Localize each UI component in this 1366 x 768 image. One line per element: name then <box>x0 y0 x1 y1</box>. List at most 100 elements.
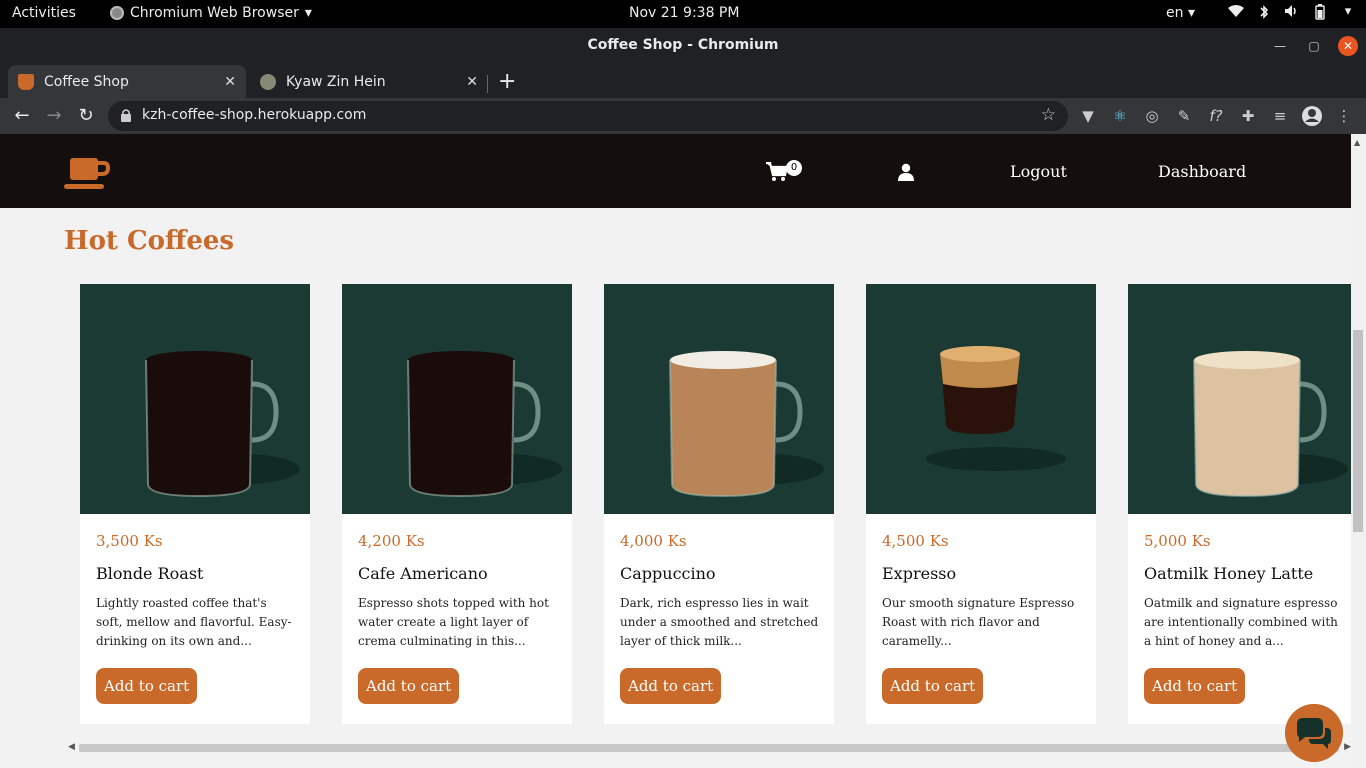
user-profile-icon[interactable] <box>897 163 915 181</box>
product-price: 4,000 Ks <box>620 532 687 550</box>
drink-illustration <box>407 351 562 498</box>
product-description: Our smooth signature Espresso Roast with… <box>882 596 1075 648</box>
drink-illustration <box>926 346 1066 471</box>
address-bar[interactable]: kzh-coffee-shop.herokuapp.com ☆ <box>108 101 1068 131</box>
product-image[interactable] <box>80 284 310 514</box>
bluetooth-icon <box>1256 4 1272 20</box>
logout-link[interactable]: Logout <box>1010 162 1067 181</box>
scroll-up-arrow-icon[interactable]: ▲ <box>1354 138 1360 147</box>
product-card: 4,000 Ks Cappuccino Dark, rich espresso … <box>604 284 834 724</box>
dashboard-link[interactable]: Dashboard <box>1158 162 1246 181</box>
drink-illustration <box>1193 351 1348 498</box>
add-to-cart-button[interactable]: Add to cart <box>1144 668 1246 704</box>
add-to-cart-button[interactable]: Add to cart <box>358 668 460 704</box>
product-image[interactable] <box>604 284 834 514</box>
tab-strip: Coffee Shop ✕ Kyaw Zin Hein ✕ + <box>0 63 1366 98</box>
vertical-scroll-thumb[interactable] <box>1353 330 1363 532</box>
bookmark-star-icon[interactable]: ☆ <box>1041 105 1056 125</box>
drink-illustration <box>669 351 824 498</box>
site-header: 0 Logout Dashboard <box>0 134 1351 208</box>
product-price: 4,500 Ks <box>882 532 949 550</box>
product-price: 3,500 Ks <box>96 532 163 550</box>
lock-icon <box>121 109 131 122</box>
url-text: kzh-coffee-shop.herokuapp.com <box>142 107 367 123</box>
product-name: Expresso <box>882 564 957 583</box>
os-top-bar: Activities Chromium Web Browser ▾ Nov 21… <box>0 0 1366 28</box>
new-tab-button[interactable]: + <box>498 69 516 94</box>
add-to-cart-button[interactable]: Add to cart <box>620 668 722 704</box>
product-description: Oatmilk and signature espresso are inten… <box>1144 596 1338 648</box>
section-title: Hot Coffees <box>64 226 235 256</box>
clock[interactable]: Nov 21 9:38 PM <box>629 5 739 21</box>
media-controls-icon[interactable]: ≡ <box>1269 105 1291 127</box>
extension-target-icon[interactable]: ◎ <box>1141 105 1163 127</box>
battery-icon <box>1312 4 1328 20</box>
product-image[interactable] <box>1128 284 1351 514</box>
add-to-cart-button[interactable]: Add to cart <box>882 668 984 704</box>
app-menu[interactable]: Chromium Web Browser ▾ <box>110 5 312 21</box>
reload-icon[interactable]: ↻ <box>74 104 98 128</box>
activities-button[interactable]: Activities <box>12 5 76 21</box>
cart-count-badge: 0 <box>786 160 802 176</box>
close-tab-icon[interactable]: ✕ <box>224 74 236 90</box>
page-viewport: 0 Logout Dashboard Hot Coffees 3,500 Ks … <box>0 134 1366 768</box>
coffee-logo-icon[interactable] <box>64 156 110 190</box>
system-tray[interactable]: ▾ <box>1228 4 1356 20</box>
extension-pen-icon[interactable]: ✎ <box>1173 105 1195 127</box>
vertical-scrollbar[interactable]: ▲ <box>1351 134 1366 768</box>
product-name: Oatmilk Honey Latte <box>1144 564 1314 583</box>
tab-label: Coffee Shop <box>44 73 129 90</box>
product-description: Dark, rich espresso lies in wait under a… <box>620 596 819 648</box>
power-menu-icon: ▾ <box>1344 4 1352 19</box>
vue-devtools-icon[interactable]: ▼ <box>1077 105 1099 127</box>
tab-separator <box>487 75 488 93</box>
chat-bubble-icon[interactable] <box>1285 704 1343 762</box>
shopping-cart-icon[interactable] <box>766 162 788 182</box>
chevron-down-icon: ▾ <box>304 5 312 21</box>
horizontal-scrollbar[interactable]: ◀ ▶ <box>64 740 1351 754</box>
wifi-icon <box>1228 4 1244 20</box>
product-price: 5,000 Ks <box>1144 532 1211 550</box>
drink-illustration <box>145 351 300 498</box>
language-label: en <box>1166 5 1184 21</box>
browser-menu-icon[interactable]: ⋮ <box>1333 105 1355 127</box>
chromium-icon <box>110 6 124 20</box>
scroll-left-arrow-icon[interactable]: ◀ <box>68 742 75 752</box>
product-card: 5,000 Ks Oatmilk Honey Latte Oatmilk and… <box>1128 284 1351 724</box>
product-description: Lightly roasted coffee that's soft, mell… <box>96 596 292 648</box>
product-description: Espresso shots topped with hot water cre… <box>358 596 549 648</box>
minimize-icon[interactable]: — <box>1270 36 1290 56</box>
coffee-cup-favicon-icon <box>18 73 34 90</box>
profile-favicon-icon <box>260 73 276 90</box>
product-card: 4,200 Ks Cafe Americano Espresso shots t… <box>342 284 572 724</box>
product-name: Cappuccino <box>620 564 716 583</box>
language-indicator[interactable]: en ▾ <box>1166 5 1195 21</box>
browser-toolbar: ← → ↻ kzh-coffee-shop.herokuapp.com ☆ ▼ … <box>0 98 1366 134</box>
profile-avatar-icon[interactable] <box>1301 105 1323 127</box>
product-image[interactable] <box>866 284 1096 514</box>
window-title: Coffee Shop - Chromium <box>587 37 779 53</box>
volume-icon <box>1284 4 1300 20</box>
horizontal-scroll-thumb[interactable] <box>79 744 1339 752</box>
back-icon[interactable]: ← <box>10 104 34 128</box>
product-card: 4,500 Ks Expresso Our smooth signature E… <box>866 284 1096 724</box>
forward-icon[interactable]: → <box>42 104 66 128</box>
product-card: 3,500 Ks Blonde Roast Lightly roasted co… <box>80 284 310 724</box>
extensions-puzzle-icon[interactable]: ✚ <box>1237 105 1259 127</box>
tab-kyaw-zin-hein[interactable]: Kyaw Zin Hein ✕ <box>250 65 488 98</box>
window-title-bar: Coffee Shop - Chromium — ▢ ✕ <box>0 28 1366 63</box>
app-menu-label: Chromium Web Browser <box>130 5 299 21</box>
tab-label: Kyaw Zin Hein <box>286 73 386 90</box>
close-window-icon[interactable]: ✕ <box>1338 36 1358 56</box>
tab-coffee-shop[interactable]: Coffee Shop ✕ <box>8 65 246 98</box>
close-tab-icon[interactable]: ✕ <box>466 74 478 90</box>
scroll-right-arrow-icon[interactable]: ▶ <box>1344 742 1351 752</box>
product-name: Cafe Americano <box>358 564 488 583</box>
react-devtools-icon[interactable]: ⚛ <box>1109 105 1131 127</box>
product-image[interactable] <box>342 284 572 514</box>
product-name: Blonde Roast <box>96 564 204 583</box>
maximize-icon[interactable]: ▢ <box>1304 36 1324 56</box>
product-price: 4,200 Ks <box>358 532 425 550</box>
extension-function-icon[interactable]: f? <box>1205 105 1227 127</box>
add-to-cart-button[interactable]: Add to cart <box>96 668 198 704</box>
